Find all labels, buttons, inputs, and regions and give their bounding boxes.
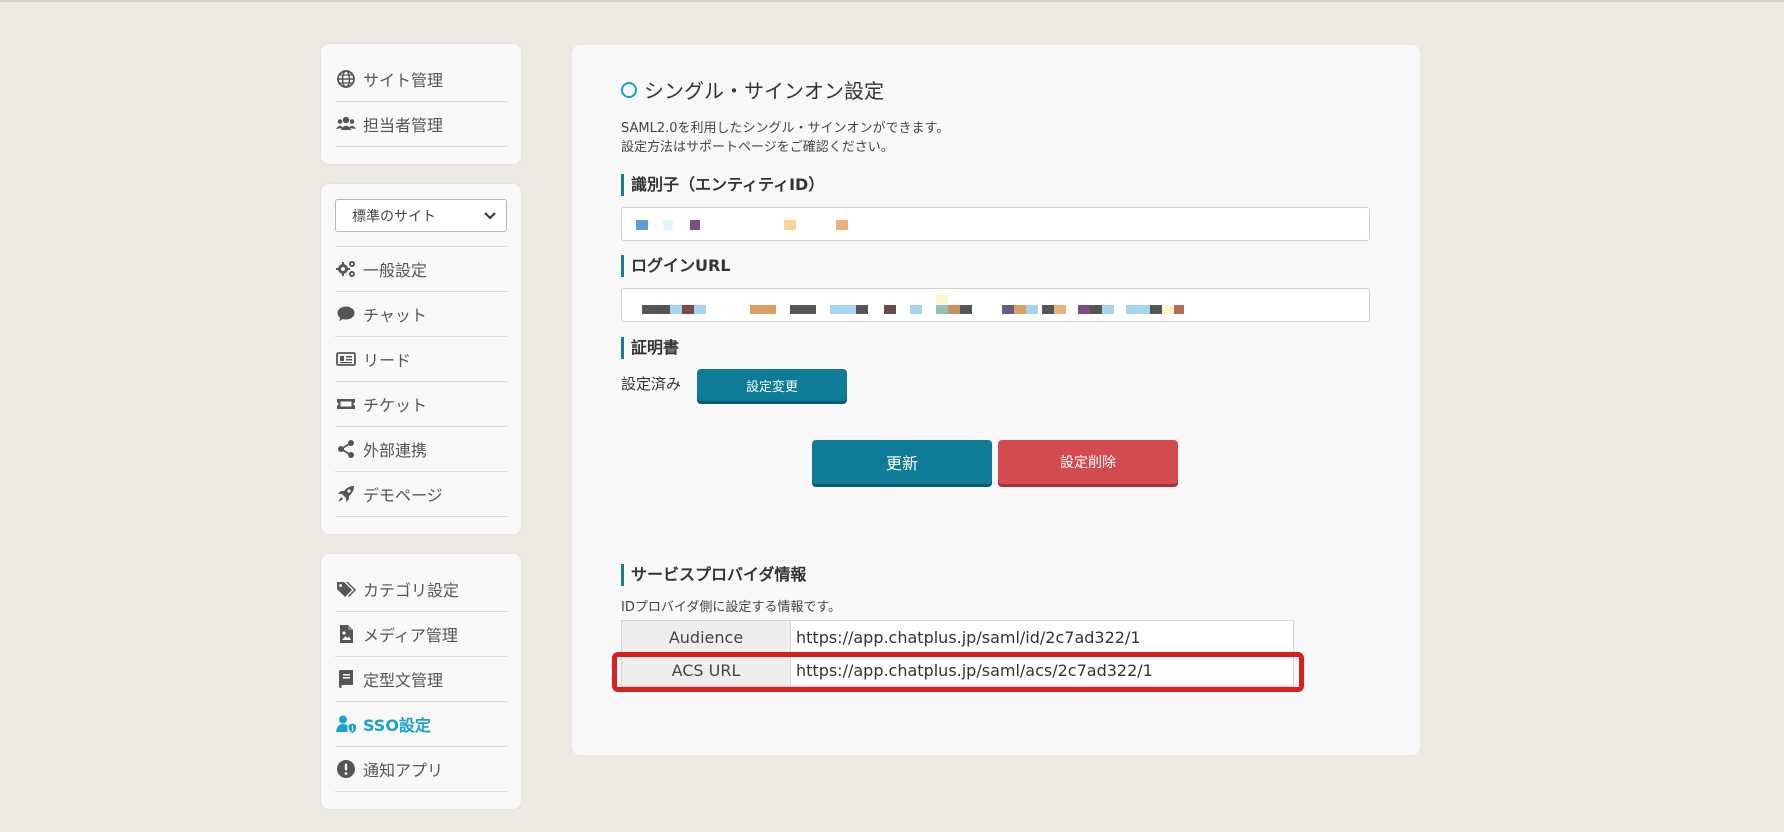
sidebar-item-category-settings[interactable]: カテゴリ設定 xyxy=(335,567,507,612)
circle-icon xyxy=(621,81,637,98)
chevron-down-icon xyxy=(484,211,496,219)
sidebar-item-media-management[interactable]: メディア管理 xyxy=(335,612,507,657)
login-url-field[interactable] xyxy=(621,288,1370,322)
sidebar-item-site-management[interactable]: サイト管理 xyxy=(335,57,507,102)
exclamation-circle-icon xyxy=(335,759,357,779)
description-line: SAML2.0を利用したシングル・サインオンができます。 xyxy=(621,121,950,136)
file-image-icon xyxy=(335,624,357,644)
table-row: Audience https://app.chatplus.jp/saml/id… xyxy=(621,620,1294,654)
book-icon xyxy=(335,669,357,689)
certificate-status: 設定済み xyxy=(621,375,682,393)
entity-id-label: 識別子（エンティティID） xyxy=(621,174,824,196)
users-icon xyxy=(335,114,357,134)
service-provider-description: IDプロバイダ側に設定する情報です。 xyxy=(621,600,842,615)
sidebar-item-label: 通知アプリ xyxy=(363,761,444,780)
sidebar-item-label: デモページ xyxy=(363,486,443,505)
audience-key: Audience xyxy=(621,620,791,654)
entity-id-field[interactable] xyxy=(621,207,1370,241)
sidebar-item-label: チャット xyxy=(363,306,427,325)
top-border xyxy=(0,0,1784,2)
sidebar-admin-panel: サイト管理 担当者管理 xyxy=(321,44,521,164)
sidebar-item-notification-app[interactable]: 通知アプリ xyxy=(335,747,507,792)
rocket-icon xyxy=(335,484,357,504)
page-title-text: シングル・サインオン設定 xyxy=(644,79,884,103)
sidebar-item-label: メディア管理 xyxy=(363,626,458,645)
page-title: シングル・サインオン設定 xyxy=(621,75,884,104)
sidebar-site-panel: 標準のサイト 一般設定 チャット リード チケット 外部連携 デモページ xyxy=(321,184,521,534)
chat-bubble-icon xyxy=(335,304,357,324)
sidebar-item-sso-settings[interactable]: SSO設定 xyxy=(335,702,507,747)
update-button[interactable]: 更新 xyxy=(812,440,992,484)
sidebar-item-label: チケット xyxy=(363,396,428,415)
globe-icon xyxy=(335,69,357,89)
description-line: 設定方法はサポートページをご確認ください。 xyxy=(621,140,894,155)
sidebar-item-label: サイト管理 xyxy=(363,71,444,90)
service-provider-label: サービスプロバイダ情報 xyxy=(621,564,806,586)
site-select-value: 標準のサイト xyxy=(352,208,436,225)
sidebar-item-label: カテゴリ設定 xyxy=(363,581,460,600)
sidebar-item-label: 定型文管理 xyxy=(363,671,444,690)
ticket-icon xyxy=(335,394,357,414)
site-select[interactable]: 標準のサイト xyxy=(335,199,507,232)
share-icon xyxy=(335,439,357,459)
certificate-label: 証明書 xyxy=(621,337,679,359)
sidebar-item-ticket[interactable]: チケット xyxy=(335,382,507,427)
sidebar-item-lead[interactable]: リード xyxy=(335,337,507,382)
sidebar-item-integration[interactable]: 外部連携 xyxy=(335,427,507,472)
tags-icon xyxy=(335,579,357,599)
id-card-icon xyxy=(335,349,357,369)
sidebar-item-staff-management[interactable]: 担当者管理 xyxy=(335,102,507,147)
audience-value[interactable]: https://app.chatplus.jp/saml/id/2c7ad322… xyxy=(790,620,1294,654)
sidebar-other-panel: カテゴリ設定 メディア管理 定型文管理 SSO設定 通知アプリ xyxy=(321,554,521,809)
acs-url-highlight xyxy=(612,652,1304,692)
user-shield-icon xyxy=(335,714,357,734)
change-certificate-button[interactable]: 設定変更 xyxy=(697,369,847,401)
sso-settings-panel: シングル・サインオン設定 SAML2.0を利用したシングル・サインオンができます… xyxy=(572,45,1420,755)
sidebar-item-label: 外部連携 xyxy=(363,441,428,460)
sidebar-item-template-management[interactable]: 定型文管理 xyxy=(335,657,507,702)
login-url-label: ログインURL xyxy=(621,255,731,277)
delete-settings-button[interactable]: 設定削除 xyxy=(998,440,1178,484)
sidebar-item-label: リード xyxy=(363,351,412,370)
sidebar-item-chat[interactable]: チャット xyxy=(335,292,507,337)
sidebar-item-demo-page[interactable]: デモページ xyxy=(335,472,507,517)
sidebar-item-label: 一般設定 xyxy=(363,261,428,280)
gears-icon xyxy=(335,259,357,279)
sidebar-item-label: 担当者管理 xyxy=(363,116,444,135)
sidebar-item-general-settings[interactable]: 一般設定 xyxy=(335,247,507,292)
page-description: SAML2.0を利用したシングル・サインオンができます。 設定方法はサポートペー… xyxy=(621,119,949,157)
sidebar-item-label: SSO設定 xyxy=(363,716,431,735)
